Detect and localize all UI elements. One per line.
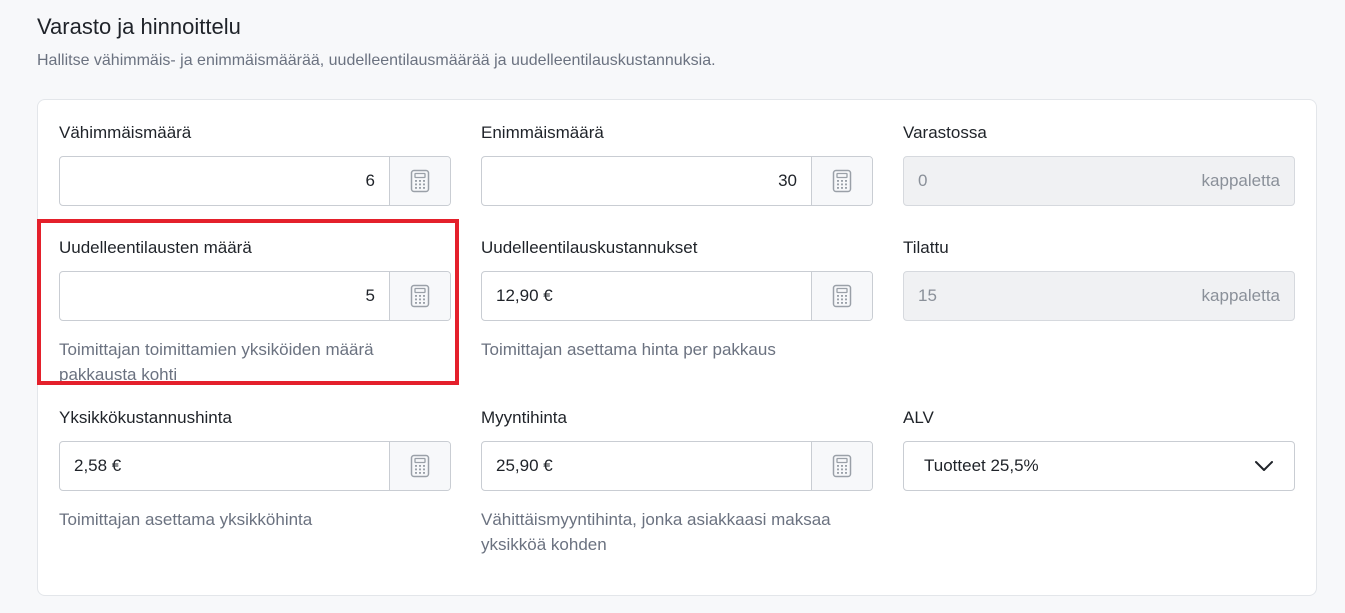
reorder-cost-label: Uudelleentilauskustannukset [481, 238, 698, 257]
sale-price-input[interactable]: 25,90 € [482, 442, 811, 490]
unit-cost-input[interactable]: 2,58 € [60, 442, 389, 490]
max-qty-input-group: 30 [481, 156, 873, 206]
reorder-qty-field: Uudelleentilausten määrä 5 Toimittajan t… [59, 237, 451, 384]
ordered-value: 15 [918, 286, 937, 305]
reorder-cost-input[interactable]: 12,90 € [482, 272, 811, 320]
reorder-qty-help: Toimittajan toimittamien yksiköiden määr… [59, 340, 374, 384]
inventory-card: Vähimmäismäärä 6 Enimmäismäärä 30 Varast… [37, 99, 1317, 596]
sale-price-label: Myyntihinta [481, 408, 567, 427]
sale-price-calculator-button[interactable] [811, 442, 872, 490]
inventory-pricing-page: Varasto ja hinnoittelu Hallitse vähimmäi… [0, 0, 1345, 613]
calculator-icon [410, 284, 430, 308]
reorder-qty-label: Uudelleentilausten määrä [59, 238, 252, 257]
max-qty-label: Enimmäismäärä [481, 123, 604, 142]
chevron-down-icon [1255, 461, 1273, 471]
in-stock-value: 0 [918, 171, 928, 190]
reorder-qty-input-group: 5 [59, 271, 451, 321]
reorder-cost-help: Toimittajan asettama hinta per pakkaus [481, 340, 776, 359]
unit-cost-field: Yksikkökustannushinta 2,58 € Toimittajan… [59, 407, 451, 547]
min-qty-calculator-button[interactable] [389, 157, 450, 205]
min-qty-input[interactable]: 6 [60, 157, 389, 205]
vat-selected-value: Tuotteet 25,5% [924, 456, 1039, 475]
calculator-icon [832, 454, 852, 478]
section-title: Varasto ja hinnoittelu [37, 14, 241, 39]
calculator-icon [832, 169, 852, 193]
section-subtitle: Hallitse vähimmäis- ja enimmäismäärää, u… [37, 52, 716, 69]
sale-price-help: Vähittäismyyntihinta, jonka asiakkaasi m… [481, 510, 831, 554]
min-qty-field: Vähimmäismäärä 6 [59, 122, 451, 212]
ordered-field: Tilattu 15 kappaletta [903, 237, 1295, 327]
max-qty-input[interactable]: 30 [482, 157, 811, 205]
reorder-cost-calculator-button[interactable] [811, 272, 872, 320]
in-stock-unit: kappaletta [1201, 171, 1280, 190]
in-stock-readonly-input: 0 kappaletta [903, 156, 1295, 206]
calculator-icon [832, 284, 852, 308]
reorder-qty-calculator-button[interactable] [389, 272, 450, 320]
reorder-cost-field: Uudelleentilauskustannukset 12,90 € Toim… [481, 237, 873, 377]
reorder-qty-input[interactable]: 5 [60, 272, 389, 320]
unit-cost-input-group: 2,58 € [59, 441, 451, 491]
in-stock-label: Varastossa [903, 123, 987, 142]
vat-field: ALV Tuotteet 25,5% [903, 407, 1295, 497]
ordered-unit: kappaletta [1201, 286, 1280, 305]
max-qty-field: Enimmäismäärä 30 [481, 122, 873, 212]
in-stock-field: Varastossa 0 kappaletta [903, 122, 1295, 212]
ordered-readonly-input: 15 kappaletta [903, 271, 1295, 321]
sale-price-input-group: 25,90 € [481, 441, 873, 491]
ordered-label: Tilattu [903, 238, 949, 257]
min-qty-input-group: 6 [59, 156, 451, 206]
calculator-icon [410, 454, 430, 478]
sale-price-field: Myyntihinta 25,90 € Vähittäismyyntihinta… [481, 407, 873, 554]
vat-label: ALV [903, 408, 934, 427]
calculator-icon [410, 169, 430, 193]
unit-cost-label: Yksikkökustannushinta [59, 408, 232, 427]
unit-cost-help: Toimittajan asettama yksikköhinta [59, 510, 313, 529]
unit-cost-calculator-button[interactable] [389, 442, 450, 490]
vat-select[interactable]: Tuotteet 25,5% [903, 441, 1295, 491]
max-qty-calculator-button[interactable] [811, 157, 872, 205]
reorder-cost-input-group: 12,90 € [481, 271, 873, 321]
min-qty-label: Vähimmäismäärä [59, 123, 192, 142]
